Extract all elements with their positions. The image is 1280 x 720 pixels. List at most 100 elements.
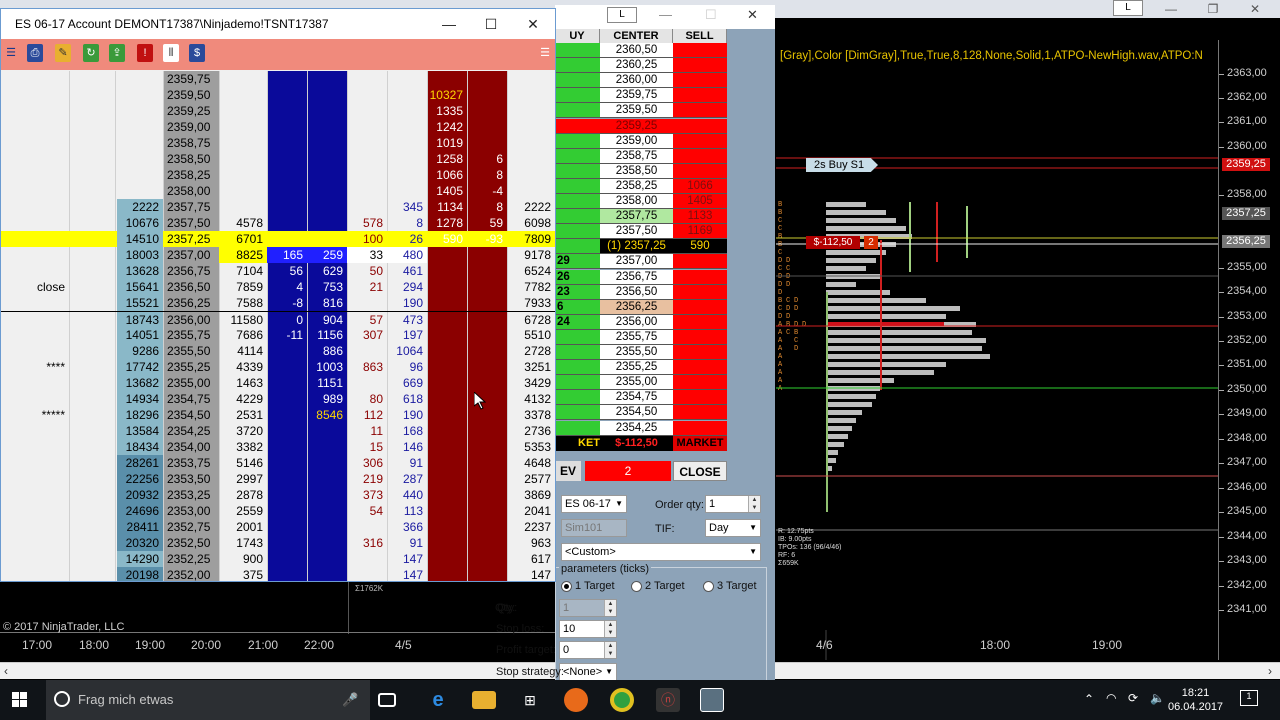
ladder-price-cell[interactable]: 2356,25 [600,299,673,315]
ladder-row[interactable]: 2360,50 [555,43,727,58]
ladder-buy-cell[interactable] [555,329,600,345]
grid-row[interactable]: 2222 2357,75 345 1134 8 2222 [1,199,555,215]
ladder-sell-cell[interactable]: 1169 [673,224,727,240]
alert-icon[interactable]: ! [137,44,153,62]
ladder-row[interactable]: 2355,50 [555,345,727,360]
ladder-row[interactable]: 2359,75 [555,88,727,104]
ladder-sell-cell[interactable] [673,405,727,421]
stop-loss-input[interactable]: 10 ▲ ▼ [559,620,617,638]
target1-radio[interactable] [561,581,572,592]
minimize-icon[interactable]: — [1156,0,1186,18]
stepper-icon[interactable]: ▲ ▼ [748,496,760,512]
ladder-buy-cell[interactable] [555,345,600,360]
ladder-price-cell[interactable]: 2360,50 [600,43,673,58]
ladder-buy-cell[interactable] [555,43,600,58]
ladder-buy-cell[interactable]: 23 [555,284,600,300]
chevron-up-icon[interactable]: ⌃ [1084,692,1094,706]
grid-row[interactable]: 14510 2357,25 6701 100 26 590 -93 7809 [1,231,555,247]
dollar-icon[interactable]: $ [189,44,205,62]
minimize-icon[interactable]: — [659,7,672,22]
ladder-sell-cell[interactable] [673,329,727,345]
ladder-sell-cell[interactable] [673,118,727,134]
ladder-buy-cell[interactable] [555,405,600,421]
grid-row[interactable]: 2358,75 1019 [1,135,555,151]
volume-icon[interactable]: 🔈 [1150,691,1165,705]
stepper-icon[interactable]: ▲ ▼ [604,621,616,637]
ladder-buy-cell[interactable] [555,209,600,225]
grid-row[interactable]: ***** 18296 2354,50 2531 8546 112 190 3378 [1,407,555,423]
ladder-sell-cell[interactable] [673,360,727,376]
ladder-buy-cell[interactable] [555,360,600,376]
grid-row[interactable]: 15521 2356,25 7588 -8 816 190 7933 [1,295,555,311]
grid-row[interactable]: 22256 2353,50 2997 219 287 2577 [1,471,555,487]
grid-row[interactable]: 10676 2357,50 4578 578 8 1278 59 6098 [1,215,555,231]
ladder-buy-cell[interactable] [555,194,600,209]
grid-row[interactable]: 24696 2353,00 2559 54 113 2041 [1,503,555,519]
ladder-sell-cell[interactable]: 1405 [673,194,727,209]
ladder-sell-cell[interactable] [673,58,727,74]
menu-icon[interactable]: ☰ [3,44,19,62]
grid-row[interactable]: 18003 2357,00 8825 165 259 33 480 9178 [1,247,555,263]
chrome-icon[interactable] [610,688,634,712]
minimize-button[interactable]: — [429,9,469,39]
instrument-select[interactable]: ES 06-17 ▼ [561,495,627,513]
ladder-price-cell[interactable]: 2354,25 [600,420,673,436]
ladder-buy-cell[interactable] [555,133,600,149]
ladder-price-cell[interactable]: 2357,50 [600,224,673,240]
ladder-row[interactable]: 23 2356,50 [555,284,727,300]
ladder-buy-cell[interactable] [555,118,600,134]
grid-row[interactable]: 9286 2355,50 4114 886 1064 2728 [1,343,555,359]
grid-row[interactable]: 2359,25 1335 [1,103,555,119]
ladder-price-cell[interactable]: 2359,25 [600,118,673,134]
windows-start-icon[interactable] [12,692,28,708]
search-box[interactable]: Frag mich etwas 🎤 [46,680,370,720]
columns-icon[interactable]: ⫴ [163,44,179,62]
ladder-price-cell[interactable]: 2354,50 [600,405,673,421]
ladder-row[interactable]: 2354,75 [555,390,727,406]
ladder-row[interactable]: 24 2356,00 [555,314,727,330]
grid-row[interactable]: 18434 2354,00 3382 15 146 5353 [1,439,555,455]
grid-row[interactable]: 14051 2355,75 7686 -11 1156 307 197 5510 [1,327,555,343]
market-sell-button[interactable]: MARKET [673,436,727,451]
ladder-sell-cell[interactable] [673,43,727,58]
task-view-icon[interactable] [378,693,396,707]
stepper-icon[interactable]: ▲ ▼ [604,642,616,658]
scroll-right-icon[interactable]: › [1268,663,1272,680]
ladder-buy-cell[interactable]: 26 [555,269,600,285]
ladder-row[interactable]: 26 2356,75 [555,269,727,285]
ladder-sell-cell[interactable] [673,88,727,104]
ladder-sell-cell[interactable]: 1066 [673,178,727,194]
strategy-select[interactable]: <Custom> ▼ [561,543,761,561]
grid-row[interactable]: 14934 2354,75 4229 989 80 618 4132 [1,391,555,407]
ladder-price-cell[interactable]: 2357,75 [600,209,673,225]
grid-row[interactable]: 20198 2352,00 375 147 147 [1,567,555,581]
file-explorer-icon[interactable] [472,691,496,709]
ladder-price-cell[interactable]: (1) 2357,25 [600,239,673,255]
link-button[interactable]: L [607,7,637,23]
close-icon[interactable]: ✕ [1240,0,1270,18]
close-button[interactable]: ✕ [513,9,553,39]
ladder-buy-cell[interactable] [555,420,600,436]
ladder-buy-cell[interactable] [555,58,600,74]
ladder-buy-cell[interactable]: 6 [555,299,600,315]
ladder-sell-cell[interactable] [673,133,727,149]
ladder-price-cell[interactable]: 2355,50 [600,345,673,360]
dom-grid[interactable]: 2359,75 2359,50 10327 2359,25 1335 2359,00 124… [1,71,555,581]
grid-row[interactable]: 14290 2352,25 900 147 617 [1,551,555,567]
ladder-sell-cell[interactable] [673,163,727,179]
ladder-price-cell[interactable]: 2355,75 [600,329,673,345]
sync-icon[interactable]: ⟳ [1128,691,1138,705]
ladder-price-cell[interactable]: 2356,50 [600,284,673,300]
ladder-row[interactable]: 2360,00 [555,73,727,89]
scroll-left-icon[interactable]: ‹ [4,663,8,680]
ladder-price-cell[interactable]: 2356,75 [600,269,673,285]
chart-panel[interactable]: BBCC BBCD CDDD BCDA AAAA AAAA DCDD CDDB … [776,40,1280,660]
ladder-sell-cell[interactable] [673,390,727,406]
grid-row[interactable]: 13584 2354,25 3720 11 168 2736 [1,423,555,439]
grid-row[interactable]: 2358,00 1405 -4 [1,183,555,199]
ladder-sell-cell[interactable] [673,269,727,285]
ladder-row[interactable]: 2357,75 1133 [555,209,727,225]
microphone-icon[interactable]: 🎤 [342,692,358,708]
export-icon[interactable]: ⇪ [109,44,125,62]
ladder-price-cell[interactable]: 2358,25 [600,178,673,194]
